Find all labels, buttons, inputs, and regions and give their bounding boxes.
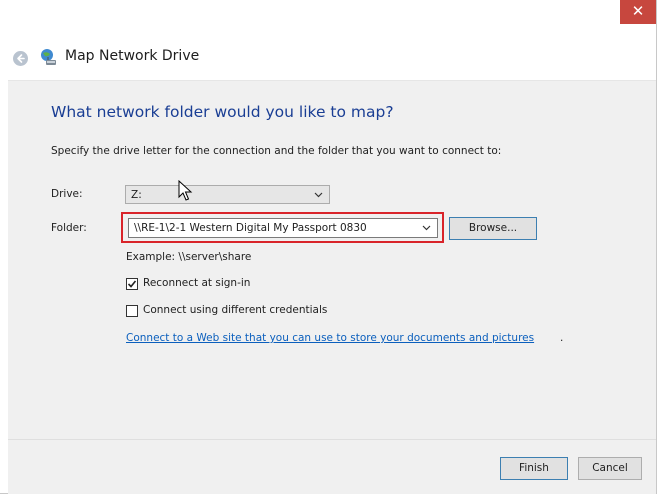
map-network-drive-window: ✕ Map Network Drive What network folder …: [0, 0, 657, 494]
finish-button[interactable]: Finish: [500, 457, 568, 480]
cancel-button[interactable]: Cancel: [578, 457, 642, 480]
close-button[interactable]: ✕: [620, 0, 656, 24]
close-icon: ✕: [631, 2, 645, 20]
back-button[interactable]: [13, 51, 28, 66]
drive-label: Drive:: [51, 188, 83, 200]
back-arrow-icon: [17, 54, 25, 63]
drive-select[interactable]: Z:: [125, 185, 330, 204]
page-heading: What network folder would you like to ma…: [51, 103, 394, 121]
different-credentials-label[interactable]: Connect using different credentials: [143, 304, 327, 316]
chevron-down-icon: [314, 192, 323, 198]
mouse-pointer-icon: [178, 180, 193, 201]
folder-value: \\RE-1\2-1 Western Digital My Passport 0…: [134, 222, 367, 234]
wizard-footer: Finish Cancel: [8, 439, 656, 494]
link-trailing-period: .: [560, 332, 564, 344]
different-credentials-checkbox[interactable]: [126, 305, 138, 317]
drive-value: Z:: [131, 189, 142, 201]
example-text: Example: \\server\share: [126, 251, 252, 263]
folder-label: Folder:: [51, 222, 87, 234]
instruction-text: Specify the drive letter for the connect…: [51, 145, 502, 157]
window-title: Map Network Drive: [65, 48, 200, 64]
browse-button[interactable]: Browse...: [449, 217, 537, 240]
reconnect-label[interactable]: Reconnect at sign-in: [143, 277, 250, 289]
chevron-down-icon[interactable]: [422, 225, 431, 231]
network-drive-icon: [41, 49, 56, 65]
reconnect-checkbox[interactable]: [126, 278, 138, 290]
checkmark-icon: [127, 280, 137, 288]
wizard-content: What network folder would you like to ma…: [8, 80, 656, 440]
web-site-link[interactable]: Connect to a Web site that you can use t…: [126, 332, 534, 344]
folder-input[interactable]: \\RE-1\2-1 Western Digital My Passport 0…: [128, 218, 438, 238]
